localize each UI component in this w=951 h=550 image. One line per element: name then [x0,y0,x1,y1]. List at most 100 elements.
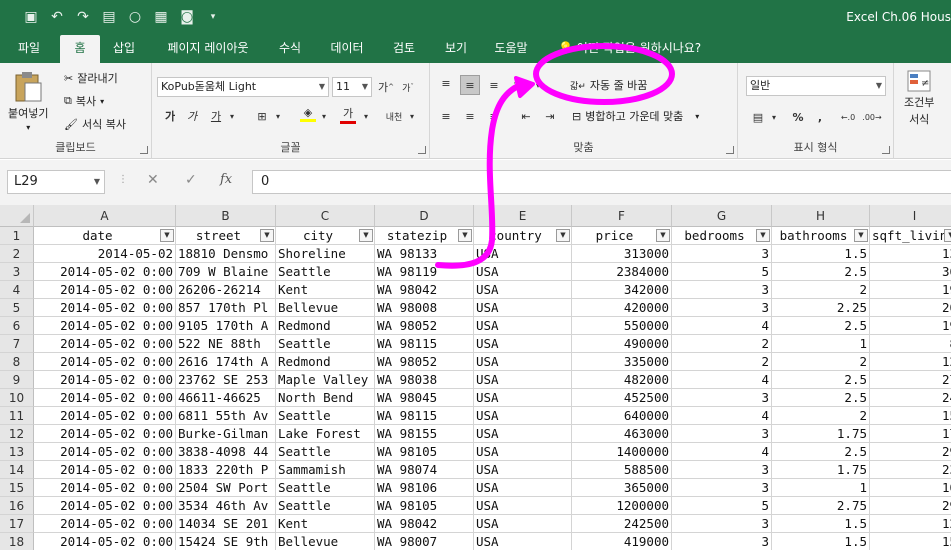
cell-bathrooms[interactable]: 1 [772,335,870,353]
cell-street[interactable]: 1833 220th P [176,461,276,479]
cell-city[interactable]: Seattle [276,443,375,461]
cell-bedrooms[interactable]: 4 [672,443,772,461]
cell-date[interactable]: 2014-05-02 0:00 [34,335,176,353]
cell-bedrooms[interactable]: 4 [672,317,772,335]
cell-country[interactable]: USA [474,443,572,461]
chevron-down-icon[interactable]: ▾ [314,106,334,126]
cell-price[interactable]: 335000 [572,353,672,371]
cell-city[interactable]: Redmond [276,317,375,335]
align-bottom-icon[interactable]: ≡ [484,75,504,95]
font-size-select[interactable]: 11 ▼ [332,77,372,97]
cell-sqft[interactable]: 23 [870,461,951,479]
cell-bathrooms[interactable]: 2.25 [772,299,870,317]
insert-function-icon[interactable]: fx [220,172,232,187]
select-all-button[interactable] [0,205,34,227]
wrap-text-button[interactable]: 갋↵ 자동 줄 바꿈 [570,77,647,93]
row-header[interactable]: 11 [0,407,34,425]
cell-bathrooms[interactable]: 1.5 [772,515,870,533]
cell-country[interactable]: USA [474,425,572,443]
cell-date[interactable]: 2014-05-02 0:00 [34,515,176,533]
camera-icon[interactable]: ◙ [174,7,200,27]
cell-statezip[interactable]: WA 98052 [375,353,474,371]
cell-price[interactable]: 1400000 [572,443,672,461]
circle-icon[interactable]: ○ [122,7,148,27]
row-header[interactable]: 1 [0,227,34,245]
tab-home[interactable]: 홈 [60,35,100,63]
row-header[interactable]: 13 [0,443,34,461]
cell-street[interactable]: 2616 174th A [176,353,276,371]
cell-date[interactable]: 2014-05-02 0:00 [34,425,176,443]
tab-data[interactable]: 데이터 [322,35,372,63]
tab-page-layout[interactable]: 페이지 레이아웃 [152,35,264,63]
cell-sqft[interactable]: 24 [870,389,951,407]
cell-bathrooms[interactable]: 2 [772,407,870,425]
paste-button[interactable]: 붙여넣기 ▾ [8,71,48,132]
cell-city[interactable]: Kent [276,515,375,533]
comma-icon[interactable]: , [810,107,830,127]
header-cell-sqft_livin[interactable]: sqft_livin▼ [870,227,951,245]
cell-street[interactable]: 2504 SW Port [176,479,276,497]
cell-date[interactable]: 2014-05-02 0:00 [34,407,176,425]
redo-icon[interactable]: ↷ [70,7,96,27]
cell-bathrooms[interactable]: 2.5 [772,263,870,281]
dialog-launcher-icon[interactable] [726,146,734,154]
align-center-icon[interactable]: ≡ [460,106,480,126]
cell-price[interactable]: 365000 [572,479,672,497]
cell-street[interactable]: 857 170th Pl [176,299,276,317]
undo-icon[interactable]: ↶ [44,7,70,27]
cell-country[interactable]: USA [474,263,572,281]
row-header[interactable]: 17 [0,515,34,533]
cell-city[interactable]: Sammamish [276,461,375,479]
cell-bathrooms[interactable]: 1 [772,479,870,497]
font-color-button[interactable]: 가 [338,104,358,124]
cell-bathrooms[interactable]: 1.75 [772,461,870,479]
cell-sqft[interactable]: 27 [870,371,951,389]
cell-sqft[interactable]: 17 [870,425,951,443]
cell-date[interactable]: 2014-05-02 0:00 [34,281,176,299]
row-header[interactable]: 3 [0,263,34,281]
cell-statezip[interactable]: WA 98155 [375,425,474,443]
cell-bedrooms[interactable]: 3 [672,425,772,443]
row-header[interactable]: 10 [0,389,34,407]
cell-bathrooms[interactable]: 1.5 [772,533,870,550]
cell-street[interactable]: 14034 SE 201 [176,515,276,533]
cell-street[interactable]: 6811 55th Av [176,407,276,425]
tab-formulas[interactable]: 수식 [270,35,310,63]
cell-price[interactable]: 588500 [572,461,672,479]
cell-country[interactable]: USA [474,407,572,425]
cell-price[interactable]: 452500 [572,389,672,407]
cell-city[interactable]: Lake Forest [276,425,375,443]
cell-country[interactable]: USA [474,353,572,371]
header-cell-bedrooms[interactable]: bedrooms ▼ [672,227,772,245]
cell-street[interactable]: Burke-Gilman [176,425,276,443]
cell-price[interactable]: 482000 [572,371,672,389]
cell-country[interactable]: USA [474,461,572,479]
cell-price[interactable]: 2384000 [572,263,672,281]
header-cell-city[interactable]: city ▼ [276,227,375,245]
header-cell-bathrooms[interactable]: bathrooms ▼ [772,227,870,245]
decrease-decimal-icon[interactable]: .00→ [862,107,882,127]
column-header-a[interactable]: A [34,205,176,227]
cell-bedrooms[interactable]: 2 [672,353,772,371]
cell-sqft[interactable]: 29 [870,443,951,461]
bold-button[interactable]: 가 [160,106,180,126]
column-header-b[interactable]: B [176,205,276,227]
cell-date[interactable]: 2014-05-02 0:00 [34,317,176,335]
cell-bedrooms[interactable]: 3 [672,281,772,299]
cell-date[interactable]: 2014-05-02 0:00 [34,497,176,515]
cell-bedrooms[interactable]: 3 [672,299,772,317]
row-header[interactable]: 5 [0,299,34,317]
cell-sqft[interactable]: 36 [870,263,951,281]
header-cell-street[interactable]: street ▼ [176,227,276,245]
cell-city[interactable]: North Bend [276,389,375,407]
align-right-icon[interactable]: ≡ [484,106,504,126]
cell-city[interactable]: Shoreline [276,245,375,263]
cell-country[interactable]: USA [474,317,572,335]
header-cell-statezip[interactable]: statezip ▼ [375,227,474,245]
save-icon[interactable]: ▣ [18,7,44,27]
cell-country[interactable]: USA [474,533,572,550]
cell-city[interactable]: Seattle [276,479,375,497]
cell-statezip[interactable]: WA 98074 [375,461,474,479]
tab-file[interactable]: 파일 [6,35,52,63]
form-icon[interactable]: ▤ [96,7,122,27]
